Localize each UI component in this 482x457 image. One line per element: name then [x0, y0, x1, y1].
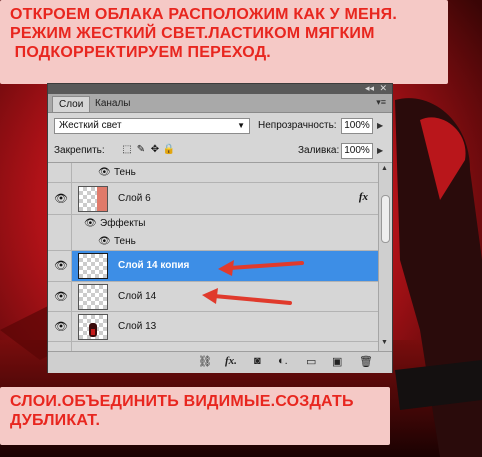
- instruction-line: РЕЖИМ ЖЕСТКИЙ СВЕТ.ЛАСТИКОМ МЯГКИМ: [10, 25, 375, 42]
- layer-row[interactable]: 👁 Слой 13: [48, 312, 378, 342]
- lock-paint-icon[interactable]: ✎: [134, 144, 148, 155]
- tab-channels[interactable]: Каналы: [89, 96, 137, 112]
- visibility-cell[interactable]: [48, 163, 72, 182]
- layer-thumbnail: [78, 314, 108, 340]
- blend-mode-select[interactable]: Жесткий свет ▼: [54, 118, 250, 134]
- fill-label: Заливка:: [298, 145, 340, 156]
- effect-row[interactable]: 👁 Тень: [48, 233, 378, 251]
- effects-row[interactable]: 👁 Эффекты: [48, 215, 378, 233]
- instruction-line: ДУБЛИКАТ.: [10, 412, 101, 429]
- instruction-top: ОТКРОЕМ ОБЛАКА РАСПОЛОЖИМ КАК У МЕНЯ. РЕ…: [0, 0, 448, 84]
- layer-name: Слой 13: [118, 321, 157, 332]
- opacity-input[interactable]: 100%: [341, 118, 373, 134]
- blend-mode-value: Жесткий свет: [59, 120, 122, 131]
- effect-shadow-label: Тень: [114, 167, 136, 178]
- eye-icon[interactable]: 👁: [84, 218, 97, 229]
- eye-icon[interactable]: 👁: [98, 236, 111, 247]
- lock-label: Закрепить:: [54, 145, 105, 156]
- new-layer-icon[interactable]: ▣: [332, 355, 342, 368]
- layer-thumbnail: [78, 253, 108, 279]
- chevron-down-icon: ▼: [237, 121, 245, 130]
- layer-name: Слой 14 копия: [118, 260, 190, 271]
- lock-row: Закрепить: ⬚ ✎ ✥ 🔒 Заливка: 100% ▶: [48, 140, 392, 163]
- panel-bottom-toolbar: ⛓ fx. ◙ ◐. ▭ ▣ 🗑: [48, 351, 392, 373]
- close-icon[interactable]: ✕: [379, 83, 387, 93]
- layer-name: Слой 14: [118, 291, 157, 302]
- layers-list: 👁 Тень 👁 Слой 6 fx 👁 Эффекты 👁 Тень 👁 Сл…: [48, 163, 378, 351]
- instruction-line: ПОДКОРРЕКТИРУЕМ ПЕРЕХОД.: [10, 44, 271, 61]
- instruction-bottom: СЛОИ.ОБЪЕДИНИТЬ ВИДИМЫЕ.СОЗДАТЬ ДУБЛИКАТ…: [0, 387, 390, 445]
- opacity-label: Непрозрачность:: [258, 120, 337, 131]
- layer-thumbnail: [78, 284, 108, 310]
- tab-layers[interactable]: Слои: [52, 96, 91, 112]
- new-group-icon[interactable]: ▭: [306, 355, 316, 368]
- scroll-thumb[interactable]: [381, 195, 390, 243]
- scroll-down-icon[interactable]: ▼: [381, 339, 388, 346]
- collapse-icon[interactable]: ◂◂: [365, 83, 374, 93]
- lock-move-icon[interactable]: ✥: [148, 144, 162, 155]
- layer-row[interactable]: [48, 342, 378, 351]
- instruction-line: ОТКРОЕМ ОБЛАКА РАСПОЛОЖИМ КАК У МЕНЯ.: [10, 6, 397, 23]
- panel-titlebar: ◂◂ ✕: [48, 83, 392, 94]
- eye-icon[interactable]: 👁: [52, 320, 70, 333]
- layers-scrollbar[interactable]: ▲ ▼: [378, 163, 392, 351]
- layer-row-selected[interactable]: 👁 Слой 14 копия: [48, 251, 378, 282]
- opacity-slider-icon[interactable]: ▶: [377, 121, 383, 130]
- eye-icon[interactable]: 👁: [52, 259, 70, 272]
- layer-name: Слой 6: [118, 193, 151, 204]
- instruction-line: СЛОИ.ОБЪЕДИНИТЬ ВИДИМЫЕ.СОЗДАТЬ: [10, 393, 354, 410]
- effect-row[interactable]: 👁 Тень: [48, 163, 378, 183]
- blend-row: Жесткий свет ▼ Непрозрачность: 100% ▶: [48, 114, 392, 140]
- trash-icon[interactable]: 🗑: [359, 355, 373, 368]
- visibility-cell[interactable]: [48, 215, 72, 233]
- layer-row[interactable]: 👁 Слой 6 fx: [48, 183, 378, 215]
- layers-panel: ◂◂ ✕ Слои Каналы ▾≡ Жесткий свет ▼ Непро…: [47, 83, 393, 373]
- add-mask-icon[interactable]: ◙: [254, 355, 261, 367]
- link-layers-icon[interactable]: ⛓: [198, 355, 212, 368]
- visibility-cell[interactable]: [48, 342, 72, 351]
- panel-menu-icon[interactable]: ▾≡: [376, 97, 386, 108]
- adjustment-layer-icon[interactable]: ◐.: [278, 355, 288, 367]
- scroll-up-icon[interactable]: ▲: [381, 165, 388, 172]
- fx-icon[interactable]: fx: [359, 191, 368, 203]
- visibility-cell[interactable]: [48, 233, 72, 250]
- layer-thumbnail: [78, 186, 108, 212]
- effect-shadow-label: Тень: [114, 236, 136, 247]
- eye-icon[interactable]: 👁: [98, 167, 111, 178]
- lock-icons: ⬚ ✎ ✥ 🔒: [120, 144, 176, 155]
- add-style-icon[interactable]: fx.: [225, 355, 237, 367]
- effects-label: Эффекты: [100, 218, 146, 229]
- lock-transparency-icon[interactable]: ⬚: [120, 144, 134, 155]
- lock-all-icon[interactable]: 🔒: [162, 144, 176, 155]
- eye-icon[interactable]: 👁: [52, 192, 70, 205]
- panel-tabs: Слои Каналы ▾≡: [48, 94, 392, 113]
- fill-slider-icon[interactable]: ▶: [377, 146, 383, 155]
- eye-icon[interactable]: 👁: [52, 290, 70, 303]
- layer-row[interactable]: 👁 Слой 14: [48, 282, 378, 312]
- fill-input[interactable]: 100%: [341, 143, 373, 159]
